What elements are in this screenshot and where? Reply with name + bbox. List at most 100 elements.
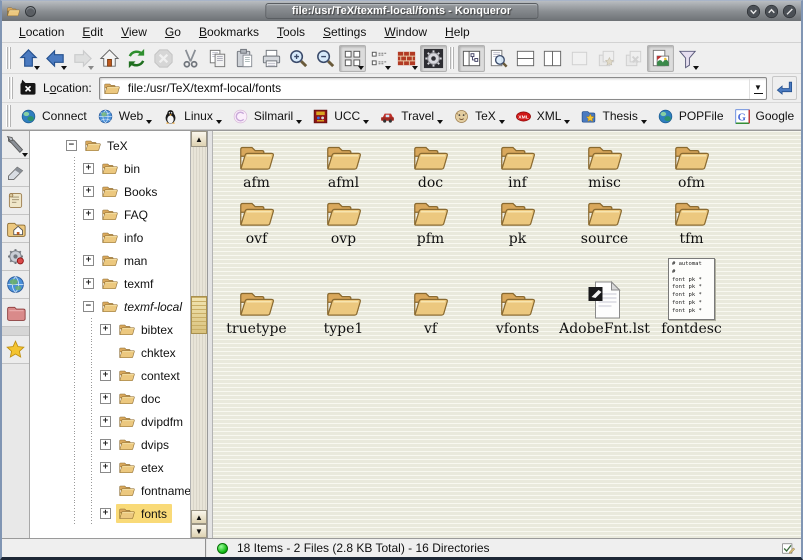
reload-button[interactable] <box>123 45 150 72</box>
tree-item-texmf-local[interactable]: −texmf-local <box>30 295 190 318</box>
file-icon-view[interactable]: afmafmldocinfmiscofmovfovppfmpksourcetfm… <box>213 131 801 538</box>
collapse-expander[interactable]: − <box>66 140 77 151</box>
expand-expander[interactable]: + <box>100 508 111 519</box>
konqueror-gear-button[interactable] <box>420 45 447 72</box>
tree-scrollbar[interactable]: ▲ ▲ ▼ <box>190 131 207 538</box>
scrollbar-track[interactable] <box>191 147 207 510</box>
show-image-previews-button[interactable] <box>647 45 674 72</box>
toolbar-handle[interactable] <box>6 47 11 69</box>
file-item-truetype[interactable]: truetype <box>213 247 300 337</box>
bookmark-web[interactable]: Web <box>92 106 157 127</box>
scrollbar-up-button[interactable]: ▲ <box>191 131 207 147</box>
bookmark-silmaril[interactable]: Silmaril <box>227 106 307 127</box>
location-input[interactable] <box>126 80 749 96</box>
file-item-ofm[interactable]: ofm <box>648 135 735 191</box>
file-item-ovf[interactable]: ovf <box>213 191 300 247</box>
home-folder-panel-button[interactable] <box>2 215 29 243</box>
home-button[interactable] <box>96 45 123 72</box>
cut-button[interactable] <box>177 45 204 72</box>
scrollbar-thumb[interactable] <box>191 296 207 334</box>
file-item-vfonts[interactable]: vfonts <box>474 247 561 337</box>
file-item-pfm[interactable]: pfm <box>387 191 474 247</box>
window-menu-button[interactable] <box>25 6 36 17</box>
file-item-vf[interactable]: vf <box>387 247 474 337</box>
network-panel-button[interactable] <box>2 271 29 299</box>
tree-item-dvips[interactable]: +dvips <box>30 433 190 456</box>
bookmark-wikipedia[interactable]: WWikipedia <box>799 106 801 127</box>
scrollbar-up-button-2[interactable]: ▲ <box>191 510 207 524</box>
menu-tools[interactable]: Tools <box>268 23 314 41</box>
location-dropdown-button[interactable]: ▼ <box>749 78 766 99</box>
file-item-adobefnt.lst[interactable]: AdobeFnt.lst <box>561 247 648 337</box>
icon-view-mode-button[interactable] <box>339 45 366 72</box>
tree-item-dvipdfm[interactable]: +dvipdfm <box>30 410 190 433</box>
tree-item-texmf[interactable]: +texmf <box>30 272 190 295</box>
remove-active-view-button[interactable] <box>566 45 593 72</box>
statusbar-indicator-icon[interactable] <box>781 541 796 556</box>
bookmark-travel[interactable]: Travel <box>374 106 448 127</box>
expand-expander[interactable]: + <box>100 370 111 381</box>
tree-item-doc[interactable]: +doc <box>30 387 190 410</box>
clear-location-button[interactable] <box>17 78 39 98</box>
bookmark-ucc[interactable]: UCC <box>307 106 374 127</box>
html-view-mode-button[interactable] <box>393 45 420 72</box>
file-item-inf[interactable]: inf <box>474 135 561 191</box>
tree-item-etex[interactable]: +etex <box>30 456 190 479</box>
expand-expander[interactable]: + <box>100 416 111 427</box>
file-item-doc[interactable]: doc <box>387 135 474 191</box>
file-item-pk[interactable]: pk <box>474 191 561 247</box>
find-file-button[interactable] <box>485 45 512 72</box>
file-item-type1[interactable]: type1 <box>300 247 387 337</box>
tree-item-fontname[interactable]: fontname <box>30 479 190 502</box>
tree-item-context[interactable]: +context <box>30 364 190 387</box>
back-button[interactable] <box>42 45 69 72</box>
close-tab-button[interactable] <box>620 45 647 72</box>
menu-help[interactable]: Help <box>436 23 479 41</box>
expand-expander[interactable]: + <box>83 278 94 289</box>
print-button[interactable] <box>258 45 285 72</box>
bookmark-popfile[interactable]: POPFile <box>652 106 729 127</box>
location-toolbar-handle[interactable] <box>8 77 13 99</box>
bookmark-thesis[interactable]: Thesis <box>575 106 651 127</box>
file-item-afml[interactable]: afml <box>300 135 387 191</box>
file-item-tfm[interactable]: tfm <box>648 191 735 247</box>
expand-expander[interactable]: + <box>100 393 111 404</box>
tree-item-bin[interactable]: +bin <box>30 157 190 180</box>
bookmark-toolbar-handle[interactable] <box>6 105 11 127</box>
scrollbar-down-button[interactable]: ▼ <box>191 524 207 538</box>
window-close-button[interactable] <box>782 4 797 19</box>
expand-expander[interactable]: + <box>83 209 94 220</box>
menu-edit[interactable]: Edit <box>73 23 112 41</box>
window-minimize-button[interactable] <box>746 4 761 19</box>
window-maximize-button[interactable] <box>764 4 779 19</box>
shared-folder-panel-button[interactable] <box>2 299 29 327</box>
collapse-expander[interactable]: − <box>83 301 94 312</box>
tree-item-bibtex[interactable]: +bibtex <box>30 318 190 341</box>
bookmark-linux[interactable]: Linux <box>157 106 227 127</box>
history-panel-button[interactable] <box>2 187 29 215</box>
tree-item-books[interactable]: +Books <box>30 180 190 203</box>
tree-item-faq[interactable]: +FAQ <box>30 203 190 226</box>
expand-expander[interactable]: + <box>100 462 111 473</box>
bookmark-google[interactable]: GGoogle <box>729 106 800 127</box>
menu-view[interactable]: View <box>112 23 156 41</box>
list-view-mode-button[interactable] <box>366 45 393 72</box>
system-tools-panel-button[interactable] <box>2 131 29 159</box>
split-view-left-right-button[interactable] <box>539 45 566 72</box>
file-item-ovp[interactable]: ovp <box>300 191 387 247</box>
bookmarks-panel-button[interactable] <box>2 336 29 364</box>
expand-expander[interactable]: + <box>83 186 94 197</box>
filter-button[interactable] <box>674 45 701 72</box>
expand-expander[interactable]: + <box>83 163 94 174</box>
menu-location[interactable]: Location <box>10 23 73 41</box>
menu-window[interactable]: Window <box>375 23 436 41</box>
tree-item-tex[interactable]: −TeX <box>30 134 190 157</box>
forward-button[interactable] <box>69 45 96 72</box>
file-item-fontdesc[interactable]: # automat # font pk * font pk * font pk … <box>648 247 735 337</box>
tree-item-fonts[interactable]: +fonts <box>30 502 190 525</box>
tree-item-man[interactable]: +man <box>30 249 190 272</box>
split-view-top-bottom-button[interactable] <box>512 45 539 72</box>
up-button[interactable] <box>15 45 42 72</box>
file-item-misc[interactable]: misc <box>561 135 648 191</box>
zoom-in-button[interactable] <box>285 45 312 72</box>
